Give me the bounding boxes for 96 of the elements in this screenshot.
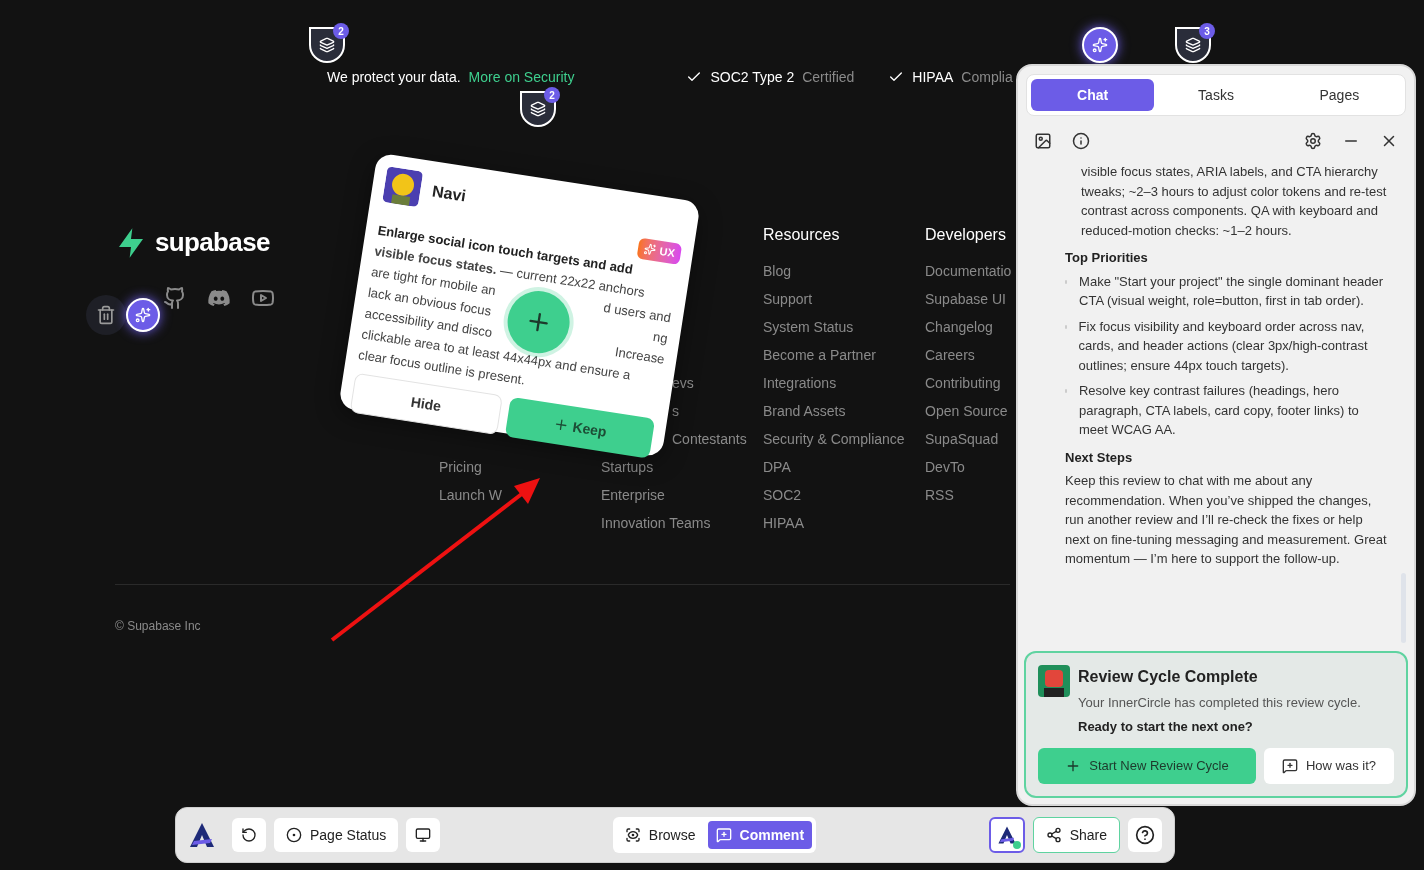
comment-text: Increase (613, 344, 666, 367)
footer-link[interactable]: SOC2 (763, 486, 802, 504)
footer-link[interactable]: Changelog (925, 318, 993, 336)
brand-name: supabase (155, 226, 270, 259)
comment-text: ng (651, 327, 670, 347)
page-status-button[interactable]: Page Status (274, 818, 399, 852)
panel-tab[interactable]: Pages (1277, 79, 1401, 111)
section-heading: Top Priorities (1065, 249, 1149, 267)
feedback-icon (1281, 758, 1298, 774)
layers-icon (319, 37, 335, 53)
footer-link[interactable]: Contributing (925, 374, 1001, 392)
github-icon[interactable] (163, 286, 187, 310)
sparkle-icon (642, 242, 657, 257)
help-icon (1135, 825, 1155, 845)
trash-icon (96, 305, 116, 325)
start-review-button[interactable]: Start New Review Cycle (1038, 748, 1256, 784)
share-button[interactable]: Share (1032, 817, 1120, 853)
compliance-label: SOC2 Type 2 (710, 67, 795, 87)
column-heading: Resources (763, 225, 841, 245)
count-badge: 3 (1199, 23, 1215, 39)
author-name: Navi (430, 181, 468, 207)
footer-link[interactable]: Contestants (672, 430, 747, 448)
review-prompt: Ready to start the next one? (1078, 717, 1254, 736)
bullet-text: Fix focus visibility and keyboard order across nav, cards, and header actions (clear 3px/high-contrast outlines; ensure 44px touch targets). (1078, 317, 1369, 375)
message-text: Keep this review to chat with me about any recommendation. When you’ve shipped the changes, run another review and I’ll re-check the fixes or help next on fine-tuning messaging and measurement. Great momentum — I’m here to support the follow-up. (1065, 472, 1388, 568)
footer-link[interactable]: Brand Assets (763, 402, 846, 420)
footer-link[interactable]: Careers (925, 346, 975, 364)
security-text: We protect your data. (327, 67, 461, 87)
compliance-label: HIPAA (912, 67, 954, 87)
status-icon (286, 827, 302, 843)
comment-icon (715, 827, 732, 843)
bullet-text: Make "Start your project" the single dominant header CTA (visual weight, role=button, first in tab order). (1079, 272, 1385, 310)
delete-button[interactable] (86, 295, 126, 335)
footer-link[interactable]: SupaSquad (925, 430, 999, 448)
footer-link[interactable]: s (672, 402, 679, 420)
info-icon[interactable] (1072, 132, 1090, 150)
sparkle-icon (135, 307, 151, 323)
refresh-button[interactable] (232, 818, 266, 852)
review-text: Your InnerCircle has completed this review cycle. (1078, 694, 1361, 712)
avatar (382, 166, 424, 208)
footer-link[interactable]: Innovation Teams (601, 514, 711, 532)
mode-tab[interactable]: Browse (616, 821, 704, 849)
sparkle-marker[interactable] (1082, 27, 1118, 63)
section-heading: Next Steps (1065, 448, 1134, 467)
footer-link[interactable]: Integrations (763, 374, 837, 392)
comment-text: d users and (602, 299, 673, 328)
footer-link[interactable]: Supabase UI (925, 290, 1006, 308)
footer-link[interactable]: RSS (925, 486, 954, 504)
panel-tab[interactable]: Tasks (1154, 79, 1278, 111)
footer-link[interactable]: System Status (763, 318, 854, 336)
compliance-status: Certified (802, 67, 855, 87)
bullet-text: Resolve key contrast failures (headings, hero paragraph, CTA labels, card copy, footer links) to meet WCAG AA. (1078, 382, 1360, 439)
message-text: visible focus states, ARIA labels, and CTA hierarchy tweaks; ~2–3 hours to adjust color tokens and re-test contrast across components. QA with keyboard and reduced-motion checks: ~1–2 hours. (1080, 163, 1388, 240)
footer-link[interactable]: Open Source (925, 402, 1008, 420)
layers-icon (1185, 37, 1201, 53)
copyright: © Supabase Inc (115, 618, 201, 635)
ux-tag: UX (636, 237, 683, 265)
comment-marker[interactable] (1175, 27, 1211, 63)
refresh-icon (241, 827, 257, 843)
monitor-icon (415, 827, 432, 843)
compliance-status: Complia (961, 67, 1013, 87)
comment-marker[interactable] (520, 91, 556, 127)
footer-link[interactable]: Launch W (439, 486, 503, 504)
device-button[interactable] (406, 818, 441, 852)
keep-button[interactable]: Keep (504, 396, 656, 459)
footer-link[interactable]: Support (763, 290, 813, 308)
feedback-button[interactable]: How was it? (1264, 748, 1394, 784)
profile-button[interactable] (988, 817, 1025, 853)
footer-link[interactable]: DPA (763, 458, 791, 476)
help-button[interactable] (1128, 818, 1162, 852)
footer-link[interactable]: Pricing (439, 458, 482, 476)
footer-link[interactable]: Startups (601, 458, 654, 476)
footer-link[interactable]: Documentatio (925, 262, 1012, 280)
footer-link[interactable]: Security & Compliance (763, 430, 905, 448)
security-link[interactable]: More on Security (468, 66, 575, 88)
footer-link[interactable]: HIPAA (763, 514, 804, 532)
mode-tab[interactable]: Comment (707, 821, 813, 849)
count-badge: 2 (333, 23, 349, 39)
count-badge: 2 (544, 87, 560, 103)
app-logo-icon (188, 821, 216, 849)
image-icon[interactable] (1034, 132, 1052, 150)
footer-link[interactable]: Enterprise (601, 486, 665, 504)
footer-link[interactable]: Blog (763, 262, 792, 280)
comment-marker[interactable] (309, 27, 345, 63)
review-title: Review Cycle Complete (1078, 667, 1259, 687)
avatar (1038, 665, 1070, 697)
ai-marker[interactable] (126, 298, 160, 332)
share-icon (1045, 827, 1062, 843)
layers-icon (530, 101, 546, 117)
app-logo-icon (996, 825, 1017, 845)
settings-icon[interactable] (1304, 132, 1322, 150)
eye-icon (624, 827, 641, 843)
panel-tab[interactable]: Chat (1031, 79, 1155, 111)
footer-link[interactable]: Become a Partner (763, 346, 876, 364)
sparkle-icon (1092, 37, 1108, 53)
footer-link[interactable]: DevTo (925, 458, 965, 476)
